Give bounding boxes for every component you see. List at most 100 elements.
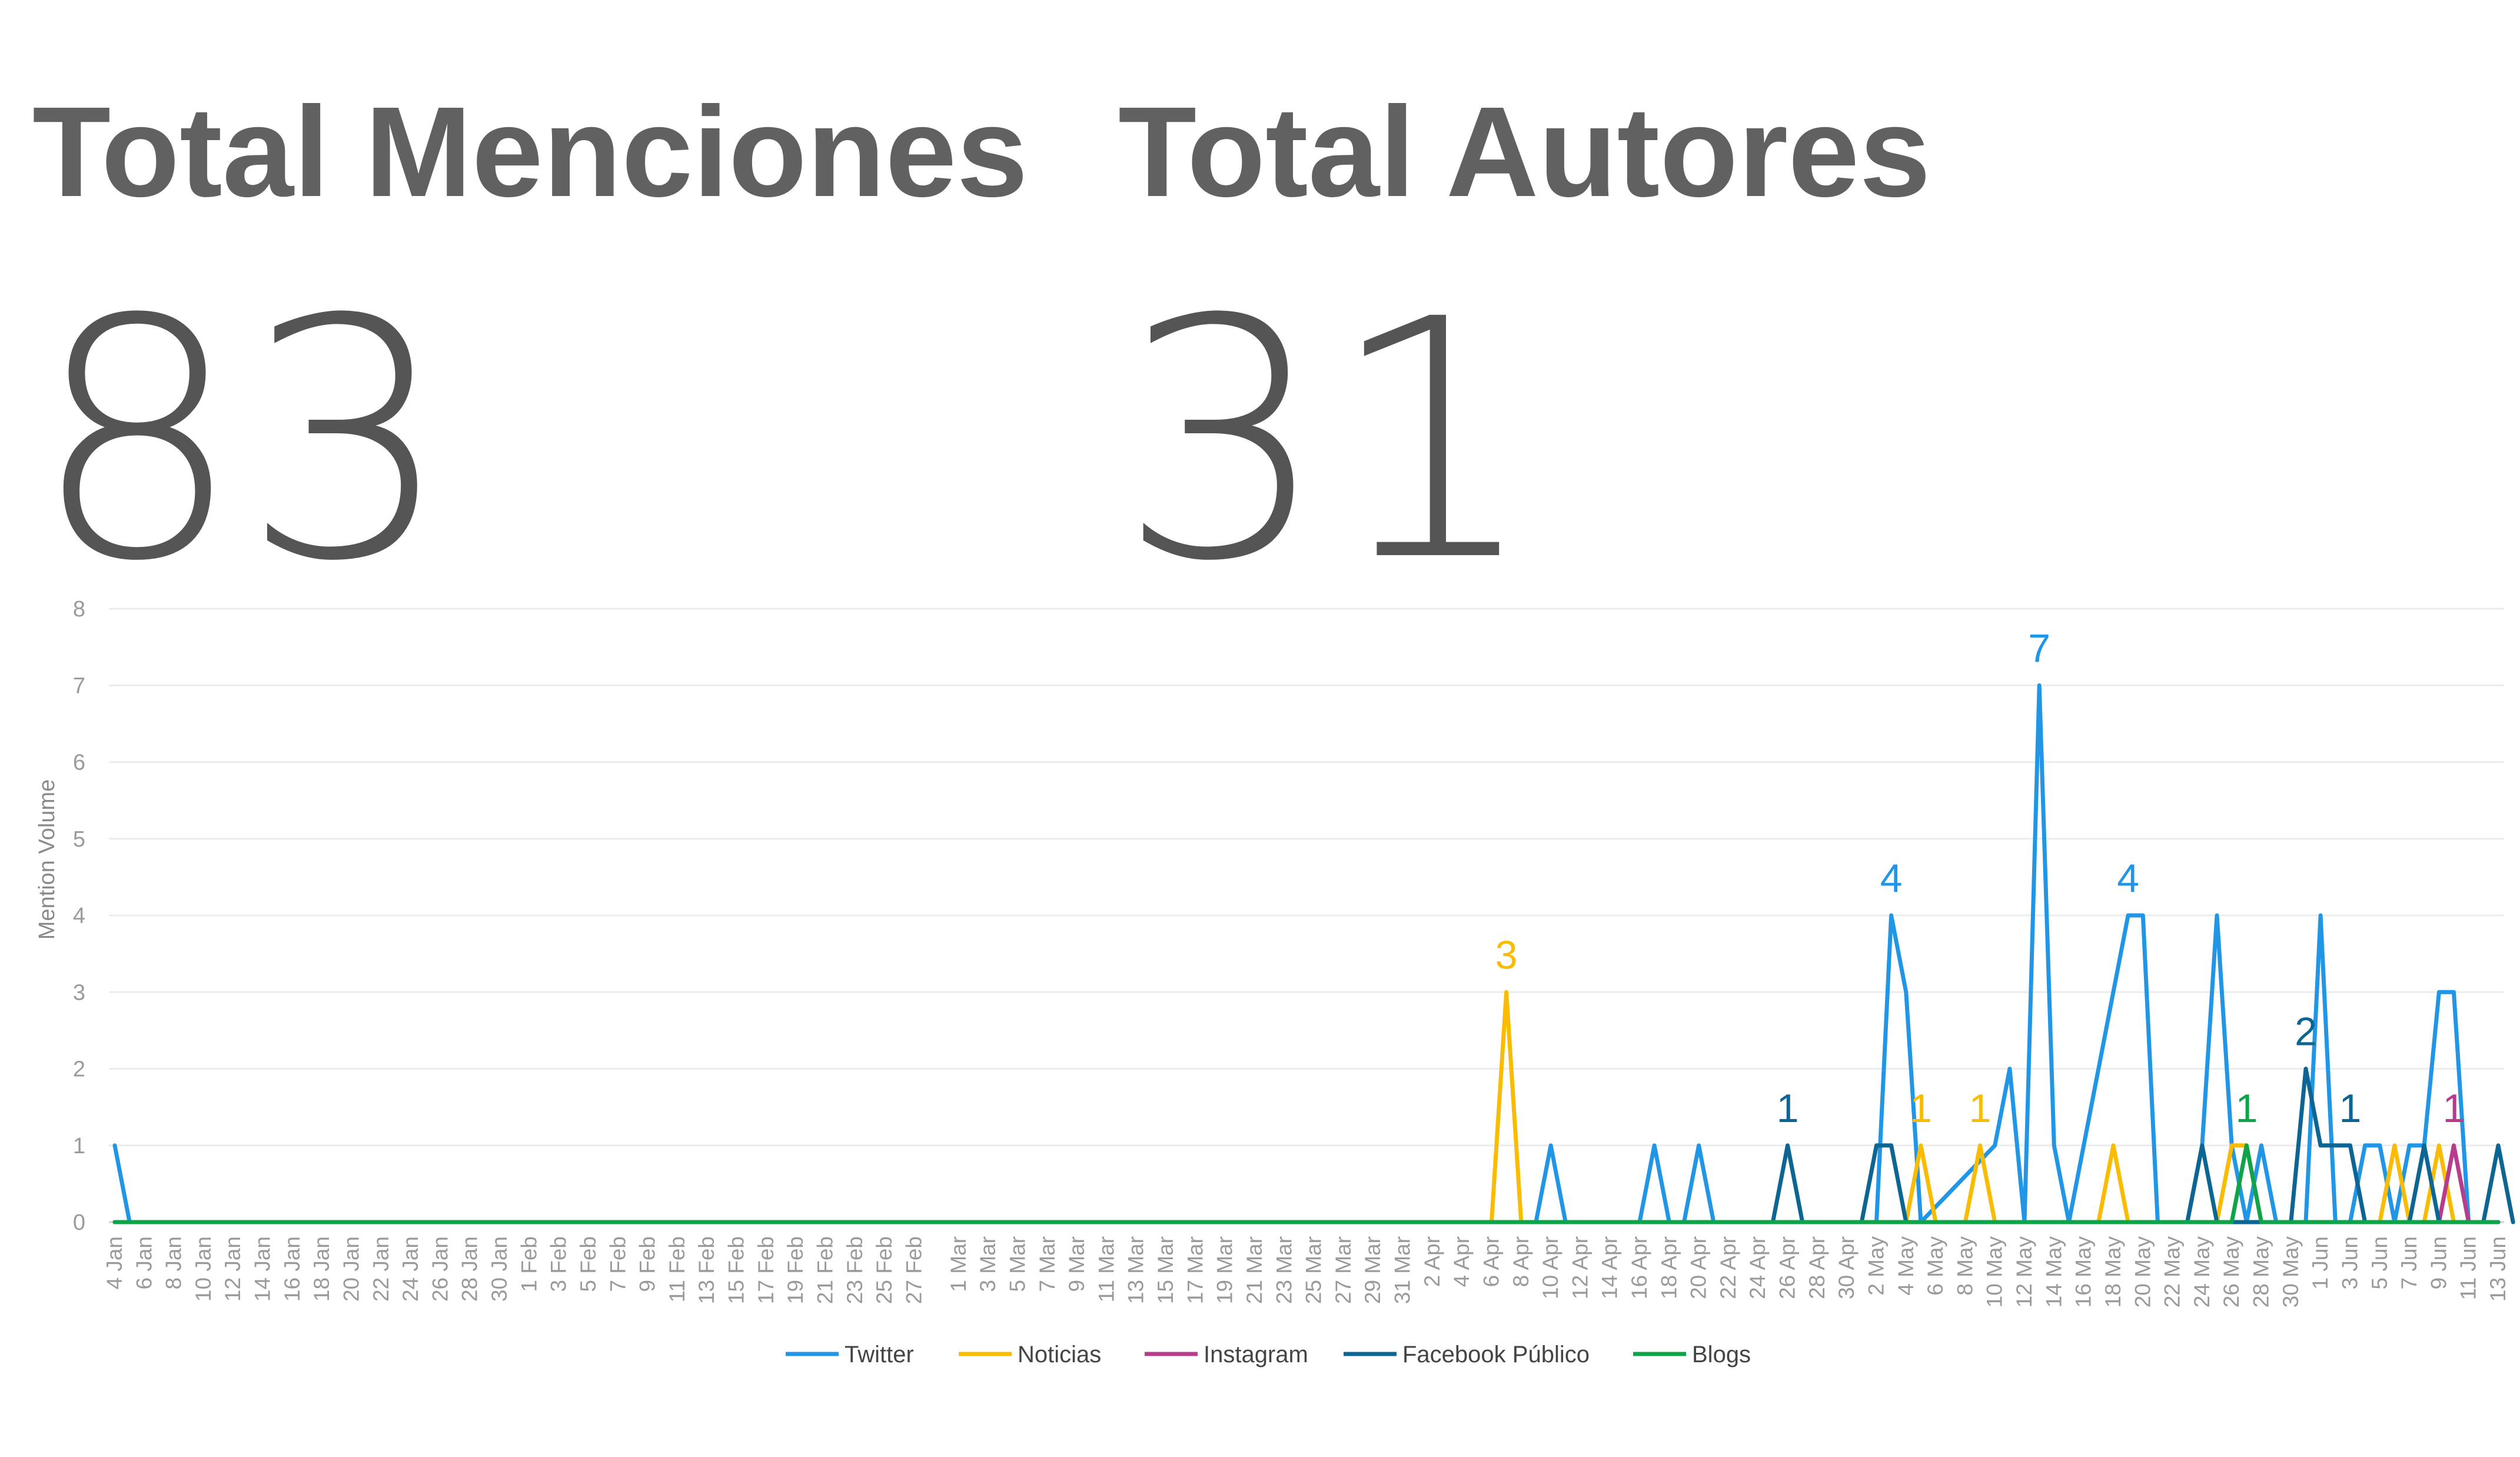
x-tick-label: 4 May bbox=[1894, 1236, 1918, 1296]
x-tick-label: 20 Jan bbox=[339, 1236, 363, 1302]
series-line bbox=[112, 683, 2501, 1224]
x-tick-label: 12 Jan bbox=[221, 1236, 245, 1302]
x-tick-label: 10 Apr bbox=[1538, 1236, 1562, 1299]
y-axis-label: Mention Volume bbox=[35, 779, 59, 940]
x-tick-label: 25 Mar bbox=[1302, 1236, 1326, 1304]
x-tick-label: 13 Jun bbox=[2486, 1236, 2510, 1302]
x-tick-label: 13 Mar bbox=[1124, 1236, 1148, 1304]
x-tick-label: 5 Jun bbox=[2368, 1236, 2392, 1290]
data-label: 4 bbox=[1880, 856, 1903, 901]
x-tick-label: 27 Mar bbox=[1331, 1236, 1355, 1304]
y-tick-label: 1 bbox=[73, 1134, 85, 1159]
x-tick-label: 18 May bbox=[2101, 1236, 2125, 1308]
x-tick-label: 30 Jan bbox=[487, 1236, 511, 1302]
x-tick-label: 5 Feb bbox=[576, 1236, 600, 1292]
x-tick-label: 9 Feb bbox=[636, 1236, 660, 1292]
y-tick-label: 7 bbox=[73, 673, 85, 698]
data-label: 2 bbox=[2295, 1010, 2317, 1054]
data-label: 1 bbox=[2339, 1086, 2362, 1131]
x-tick-label: 31 Mar bbox=[1391, 1236, 1415, 1304]
x-tick-label: 7 Jun bbox=[2397, 1236, 2421, 1290]
chart-legend: Twitter Noticias Instagram Facebook Público… bbox=[786, 1342, 1751, 1368]
x-tick-label: 22 May bbox=[2160, 1236, 2185, 1308]
data-labels: 47431 1 11211 bbox=[1495, 626, 2465, 1131]
x-tick-label: 8 May bbox=[1953, 1236, 1977, 1296]
data-label: 4 bbox=[2117, 856, 2139, 901]
x-tick-label: 15 Feb bbox=[724, 1236, 749, 1304]
x-tick-label: 18 Apr bbox=[1657, 1236, 1681, 1299]
series-line bbox=[112, 990, 2501, 1224]
x-tick-label: 19 Mar bbox=[1213, 1236, 1237, 1304]
chart-series bbox=[112, 683, 2515, 1224]
data-label: 7 bbox=[2028, 626, 2050, 671]
series-line bbox=[112, 1143, 2501, 1224]
x-tick-label: 4 Apr bbox=[1450, 1236, 1474, 1287]
x-tick-label: 17 Feb bbox=[754, 1236, 778, 1304]
x-tick-label: 18 Jan bbox=[310, 1236, 334, 1302]
x-tick-label: 26 Jan bbox=[428, 1236, 452, 1302]
y-tick-label: 6 bbox=[73, 751, 85, 775]
x-tick-label: 28 May bbox=[2249, 1236, 2273, 1308]
x-tick-label: 12 Apr bbox=[1568, 1236, 1592, 1299]
x-tick-label: 1 Mar bbox=[946, 1236, 970, 1292]
x-tick-label: 1 Feb bbox=[517, 1236, 541, 1292]
x-tick-label: 3 Feb bbox=[547, 1236, 571, 1292]
x-tick-label: 11 Jun bbox=[2456, 1236, 2481, 1300]
data-label: 3 bbox=[1495, 932, 1518, 977]
x-tick-label: 21 Mar bbox=[1242, 1236, 1266, 1304]
x-tick-label: 8 Jan bbox=[162, 1236, 186, 1290]
y-tick-label: 4 bbox=[73, 904, 85, 928]
x-tick-label: 25 Feb bbox=[872, 1236, 896, 1304]
x-tick-label: 20 May bbox=[2130, 1236, 2155, 1308]
x-tick-label: 29 Mar bbox=[1361, 1236, 1385, 1304]
data-label: 1 bbox=[1777, 1086, 1799, 1131]
x-tick-label: 4 Jan bbox=[102, 1236, 127, 1290]
x-tick-label: 16 Jan bbox=[280, 1236, 304, 1302]
x-tick-label: 2 Apr bbox=[1420, 1236, 1444, 1287]
x-tick-label: 13 Feb bbox=[694, 1236, 719, 1304]
series-line bbox=[112, 1143, 2501, 1224]
x-tick-label: 2 May bbox=[1864, 1236, 1888, 1296]
x-tick-label: 26 Apr bbox=[1776, 1236, 1800, 1299]
x-tick-label: 26 May bbox=[2219, 1236, 2243, 1308]
x-tick-label: 1 Jun bbox=[2308, 1236, 2332, 1290]
x-tick-label: 20 Apr bbox=[1687, 1236, 1711, 1299]
data-label: 1 bbox=[2235, 1086, 2258, 1131]
x-tick-label: 5 Mar bbox=[1005, 1236, 1029, 1292]
x-tick-label: 14 Apr bbox=[1598, 1236, 1622, 1299]
x-tick-label: 16 Apr bbox=[1627, 1236, 1651, 1299]
legend-label: Instagram bbox=[1204, 1342, 1308, 1368]
x-tick-label: 24 Apr bbox=[1746, 1236, 1770, 1299]
x-tick-label: 7 Mar bbox=[1035, 1236, 1059, 1292]
y-tick-label: 5 bbox=[73, 827, 85, 852]
x-tick-label: 22 Jan bbox=[369, 1236, 393, 1302]
x-tick-label: 23 Mar bbox=[1272, 1236, 1296, 1304]
x-tick-label: 17 Mar bbox=[1183, 1236, 1207, 1304]
x-tick-label: 11 Feb bbox=[665, 1236, 689, 1302]
x-tick-label: 22 Apr bbox=[1716, 1236, 1740, 1299]
x-tick-label: 16 May bbox=[2072, 1236, 2096, 1308]
x-axis: 4 Jan 6 Jan 8 Jan 10 Jan 12 Jan 14 Jan 16 Jan 1… bbox=[102, 1236, 2510, 1308]
y-tick-label: 3 bbox=[73, 980, 85, 1005]
x-tick-label: 6 Apr bbox=[1479, 1236, 1503, 1287]
x-tick-label: 9 Mar bbox=[1065, 1236, 1089, 1292]
x-tick-label: 3 Mar bbox=[976, 1236, 1000, 1292]
x-tick-label: 19 Feb bbox=[783, 1236, 807, 1304]
x-tick-label: 21 Feb bbox=[813, 1236, 837, 1304]
x-tick-label: 28 Apr bbox=[1805, 1236, 1829, 1299]
mention-volume-chart: 012345678 4 Jan 6 Jan 8 Jan 10 Jan 12 Jan 14 … bbox=[35, 597, 2515, 1368]
kpi-value: 31 bbox=[1118, 250, 1538, 633]
x-tick-label: 10 May bbox=[1983, 1236, 2007, 1308]
x-tick-label: 14 May bbox=[2042, 1236, 2066, 1308]
x-tick-label: 7 Feb bbox=[606, 1236, 630, 1292]
x-tick-label: 3 Jun bbox=[2338, 1236, 2362, 1290]
legend-label: Blogs bbox=[1692, 1342, 1751, 1368]
legend-label: Twitter bbox=[845, 1342, 914, 1368]
kpi-value: 83 bbox=[32, 250, 452, 633]
legend-label: Noticias bbox=[1018, 1342, 1101, 1368]
y-tick-label: 2 bbox=[73, 1057, 85, 1082]
kpi-title: Total Autores bbox=[1118, 81, 1931, 224]
x-tick-label: 9 Jun bbox=[2426, 1236, 2451, 1290]
data-label: 1 bbox=[2443, 1086, 2465, 1131]
x-tick-label: 14 Jan bbox=[251, 1236, 275, 1302]
